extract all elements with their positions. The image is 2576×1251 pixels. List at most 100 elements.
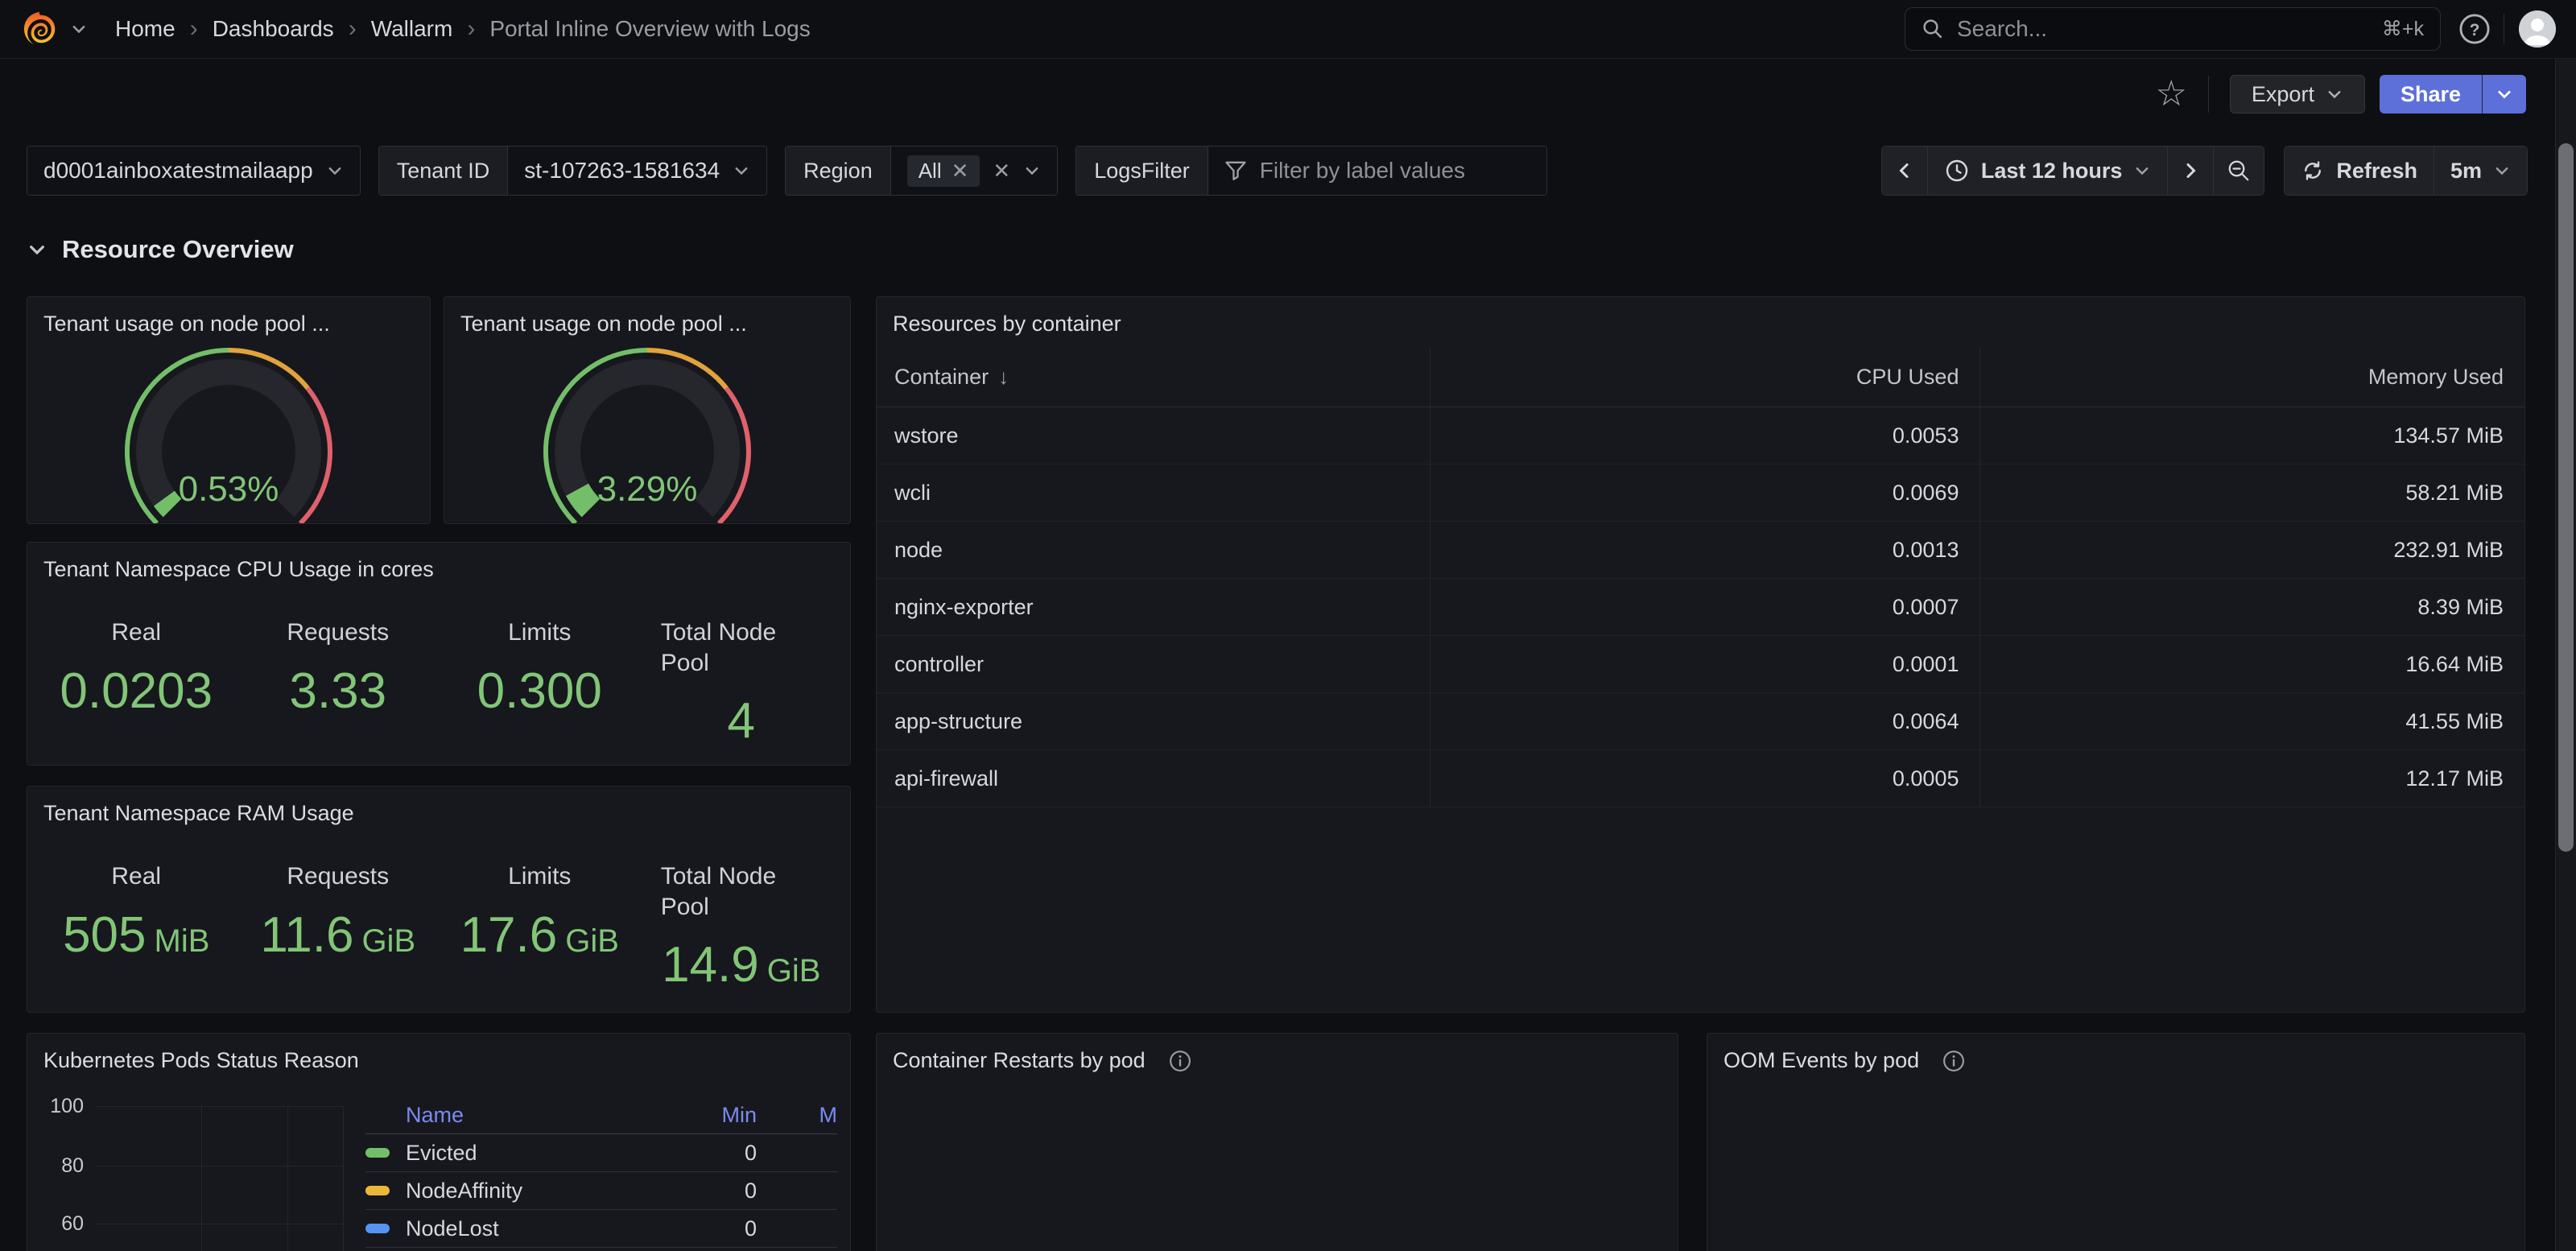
grafana-logo-button[interactable] xyxy=(20,8,88,50)
legend-row: NodeLost0 xyxy=(365,1210,837,1248)
export-button[interactable]: Export xyxy=(2230,75,2365,114)
stat-value: 0.300 xyxy=(477,663,602,720)
table-row: node0.0013232.91 MiB xyxy=(877,522,2524,579)
help-button[interactable]: ? xyxy=(2454,8,2496,50)
zoom-out-time-button[interactable] xyxy=(2214,147,2264,195)
share-button[interactable]: Share xyxy=(2380,75,2482,114)
info-icon[interactable] xyxy=(1168,1049,1192,1073)
funnel-icon xyxy=(1224,159,1247,182)
sort-desc-icon: ↓ xyxy=(998,365,1009,390)
breadcrumb-separator: › xyxy=(452,15,489,43)
variable-tenant-id-label: Tenant ID xyxy=(379,147,509,195)
stat-value: 17.6GiB xyxy=(460,906,619,964)
breadcrumb-separator: › xyxy=(334,15,371,43)
cell-cpu-used: 0.0013 xyxy=(1430,522,1981,578)
dashboard-toolbar: ☆ Export Share xyxy=(0,59,2576,130)
nav-right: ⌘+k ? xyxy=(1905,7,2556,51)
svg-text:?: ? xyxy=(2470,21,2480,39)
region-chip-remove-icon[interactable]: ✕ xyxy=(952,159,969,184)
panel-title[interactable]: Tenant usage on node pool ... xyxy=(27,297,430,336)
cell-memory-used: 12.17 MiB xyxy=(1980,750,2524,807)
panel-title[interactable]: Resources by container xyxy=(877,297,2524,336)
cell-memory-used: 134.57 MiB xyxy=(1980,407,2524,464)
panel-title[interactable]: OOM Events by pod xyxy=(1707,1034,2524,1073)
panel-resources-table: Resources by container Container ↓ CPU U… xyxy=(876,296,2525,1013)
table-row: app-structure0.006441.55 MiB xyxy=(877,693,2524,750)
gauge-value: 0.53% xyxy=(179,469,279,509)
panel-title[interactable]: Tenant usage on node pool ... xyxy=(444,297,850,336)
cell-memory-used: 8.39 MiB xyxy=(1980,579,2524,635)
cell-container-name: controller xyxy=(877,636,1430,692)
legend-row: NodeAffinity0 xyxy=(365,1172,837,1210)
column-header-container[interactable]: Container ↓ xyxy=(877,348,1430,407)
panel-gauge-1: Tenant usage on node pool ... 0.53% xyxy=(27,296,431,524)
column-header-memory-used[interactable]: Memory Used xyxy=(1980,348,2524,407)
legend-series-min: 0 xyxy=(660,1216,757,1241)
legend-header-max[interactable]: M xyxy=(757,1103,837,1128)
cpu-stats: Real 0.0203 Requests 3.33 Limits 0.300 T… xyxy=(27,617,850,749)
section-resource-overview[interactable]: Resource Overview xyxy=(27,235,294,264)
legend-series-name[interactable]: Evicted xyxy=(406,1141,660,1166)
gridline xyxy=(95,1106,345,1107)
panel-title[interactable]: Tenant Namespace CPU Usage in cores xyxy=(27,543,850,582)
column-header-cpu-used[interactable]: CPU Used xyxy=(1430,348,1981,407)
stat-value: 11.6GiB xyxy=(260,906,415,964)
time-controls: Last 12 hours xyxy=(1881,146,2528,196)
refresh-interval-dropdown[interactable]: 5m xyxy=(2434,147,2527,195)
cell-memory-used: 58.21 MiB xyxy=(1980,464,2524,521)
info-icon[interactable] xyxy=(1942,1049,1966,1073)
search-input[interactable] xyxy=(1957,16,2382,42)
legend-header-min[interactable]: Min xyxy=(660,1103,757,1128)
scrollbar-track[interactable] xyxy=(2555,59,2576,1251)
scrollbar-thumb[interactable] xyxy=(2558,143,2574,852)
breadcrumb-home[interactable]: Home xyxy=(115,16,175,42)
variable-logs-filter: LogsFilter Filter by label values xyxy=(1075,146,1547,196)
logs-filter-input[interactable]: Filter by label values xyxy=(1208,147,1546,195)
legend-row: Evicted0 xyxy=(365,1134,837,1172)
region-clear-icon[interactable]: ✕ xyxy=(993,159,1010,184)
share-dropdown-button[interactable] xyxy=(2482,75,2526,114)
y-axis-tick: 100 xyxy=(34,1095,84,1118)
ram-stats: Real 505MiB Requests 11.6GiB Limits 17.6… xyxy=(27,861,850,993)
variables-row: d0001ainboxatestmailaapp Tenant ID st-10… xyxy=(0,132,2576,209)
time-shift-back-button[interactable] xyxy=(1882,147,1928,195)
panel-title[interactable]: Tenant Namespace RAM Usage xyxy=(27,787,850,826)
legend-series-name[interactable]: NodeAffinity xyxy=(406,1179,660,1204)
stat-real: Real 505MiB xyxy=(35,861,237,993)
time-range-picker[interactable]: Last 12 hours xyxy=(1928,147,2169,195)
legend-header-name[interactable]: Name xyxy=(406,1103,660,1128)
variable-tenant-id-value[interactable]: st-107263-1581634 xyxy=(508,147,766,195)
breadcrumb-dashboards[interactable]: Dashboards xyxy=(213,16,334,42)
refresh-button[interactable]: Refresh xyxy=(2285,147,2434,195)
table-header-row: Container ↓ CPU Used Memory Used xyxy=(877,348,2524,407)
search-icon xyxy=(1922,18,1944,40)
region-chip-all[interactable]: All ✕ xyxy=(907,155,980,187)
stat-label: Requests xyxy=(287,861,389,892)
panel-gauge-2: Tenant usage on node pool ... 3.29% xyxy=(444,296,851,524)
user-avatar[interactable] xyxy=(2519,10,2556,47)
variable-dashboard-app-value[interactable]: d0001ainboxatestmailaapp xyxy=(27,147,360,195)
legend-series-name[interactable]: NodeLost xyxy=(406,1216,660,1241)
panel-title[interactable]: Container Restarts by pod xyxy=(877,1034,1678,1073)
variable-region-value[interactable]: All ✕ ✕ xyxy=(891,147,1058,195)
magnifier-minus-icon xyxy=(2227,159,2251,183)
panel-container-restarts: Container Restarts by pod xyxy=(876,1033,1678,1251)
cell-cpu-used: 0.0053 xyxy=(1430,407,1981,464)
gridline xyxy=(287,1106,288,1251)
global-search[interactable]: ⌘+k xyxy=(1905,7,2441,51)
cell-cpu-used: 0.0007 xyxy=(1430,579,1981,635)
panel-title[interactable]: Kubernetes Pods Status Reason xyxy=(27,1034,850,1073)
panel-cpu-usage: Tenant Namespace CPU Usage in cores Real… xyxy=(27,542,851,766)
time-shift-forward-button[interactable] xyxy=(2168,147,2214,195)
stat-label: Limits xyxy=(508,617,571,648)
chevron-down-icon xyxy=(733,162,750,180)
favorite-star-icon[interactable]: ☆ xyxy=(2155,76,2186,112)
breadcrumb-separator: › xyxy=(175,15,213,43)
legend-series-min: 0 xyxy=(660,1179,757,1204)
chevron-down-icon xyxy=(2493,162,2511,180)
breadcrumb-folder[interactable]: Wallarm xyxy=(371,16,453,42)
cell-cpu-used: 0.0069 xyxy=(1430,464,1981,521)
y-axis-tick: 60 xyxy=(34,1212,84,1236)
variable-logs-filter-label: LogsFilter xyxy=(1076,147,1208,195)
angle-left-icon xyxy=(1895,161,1914,180)
